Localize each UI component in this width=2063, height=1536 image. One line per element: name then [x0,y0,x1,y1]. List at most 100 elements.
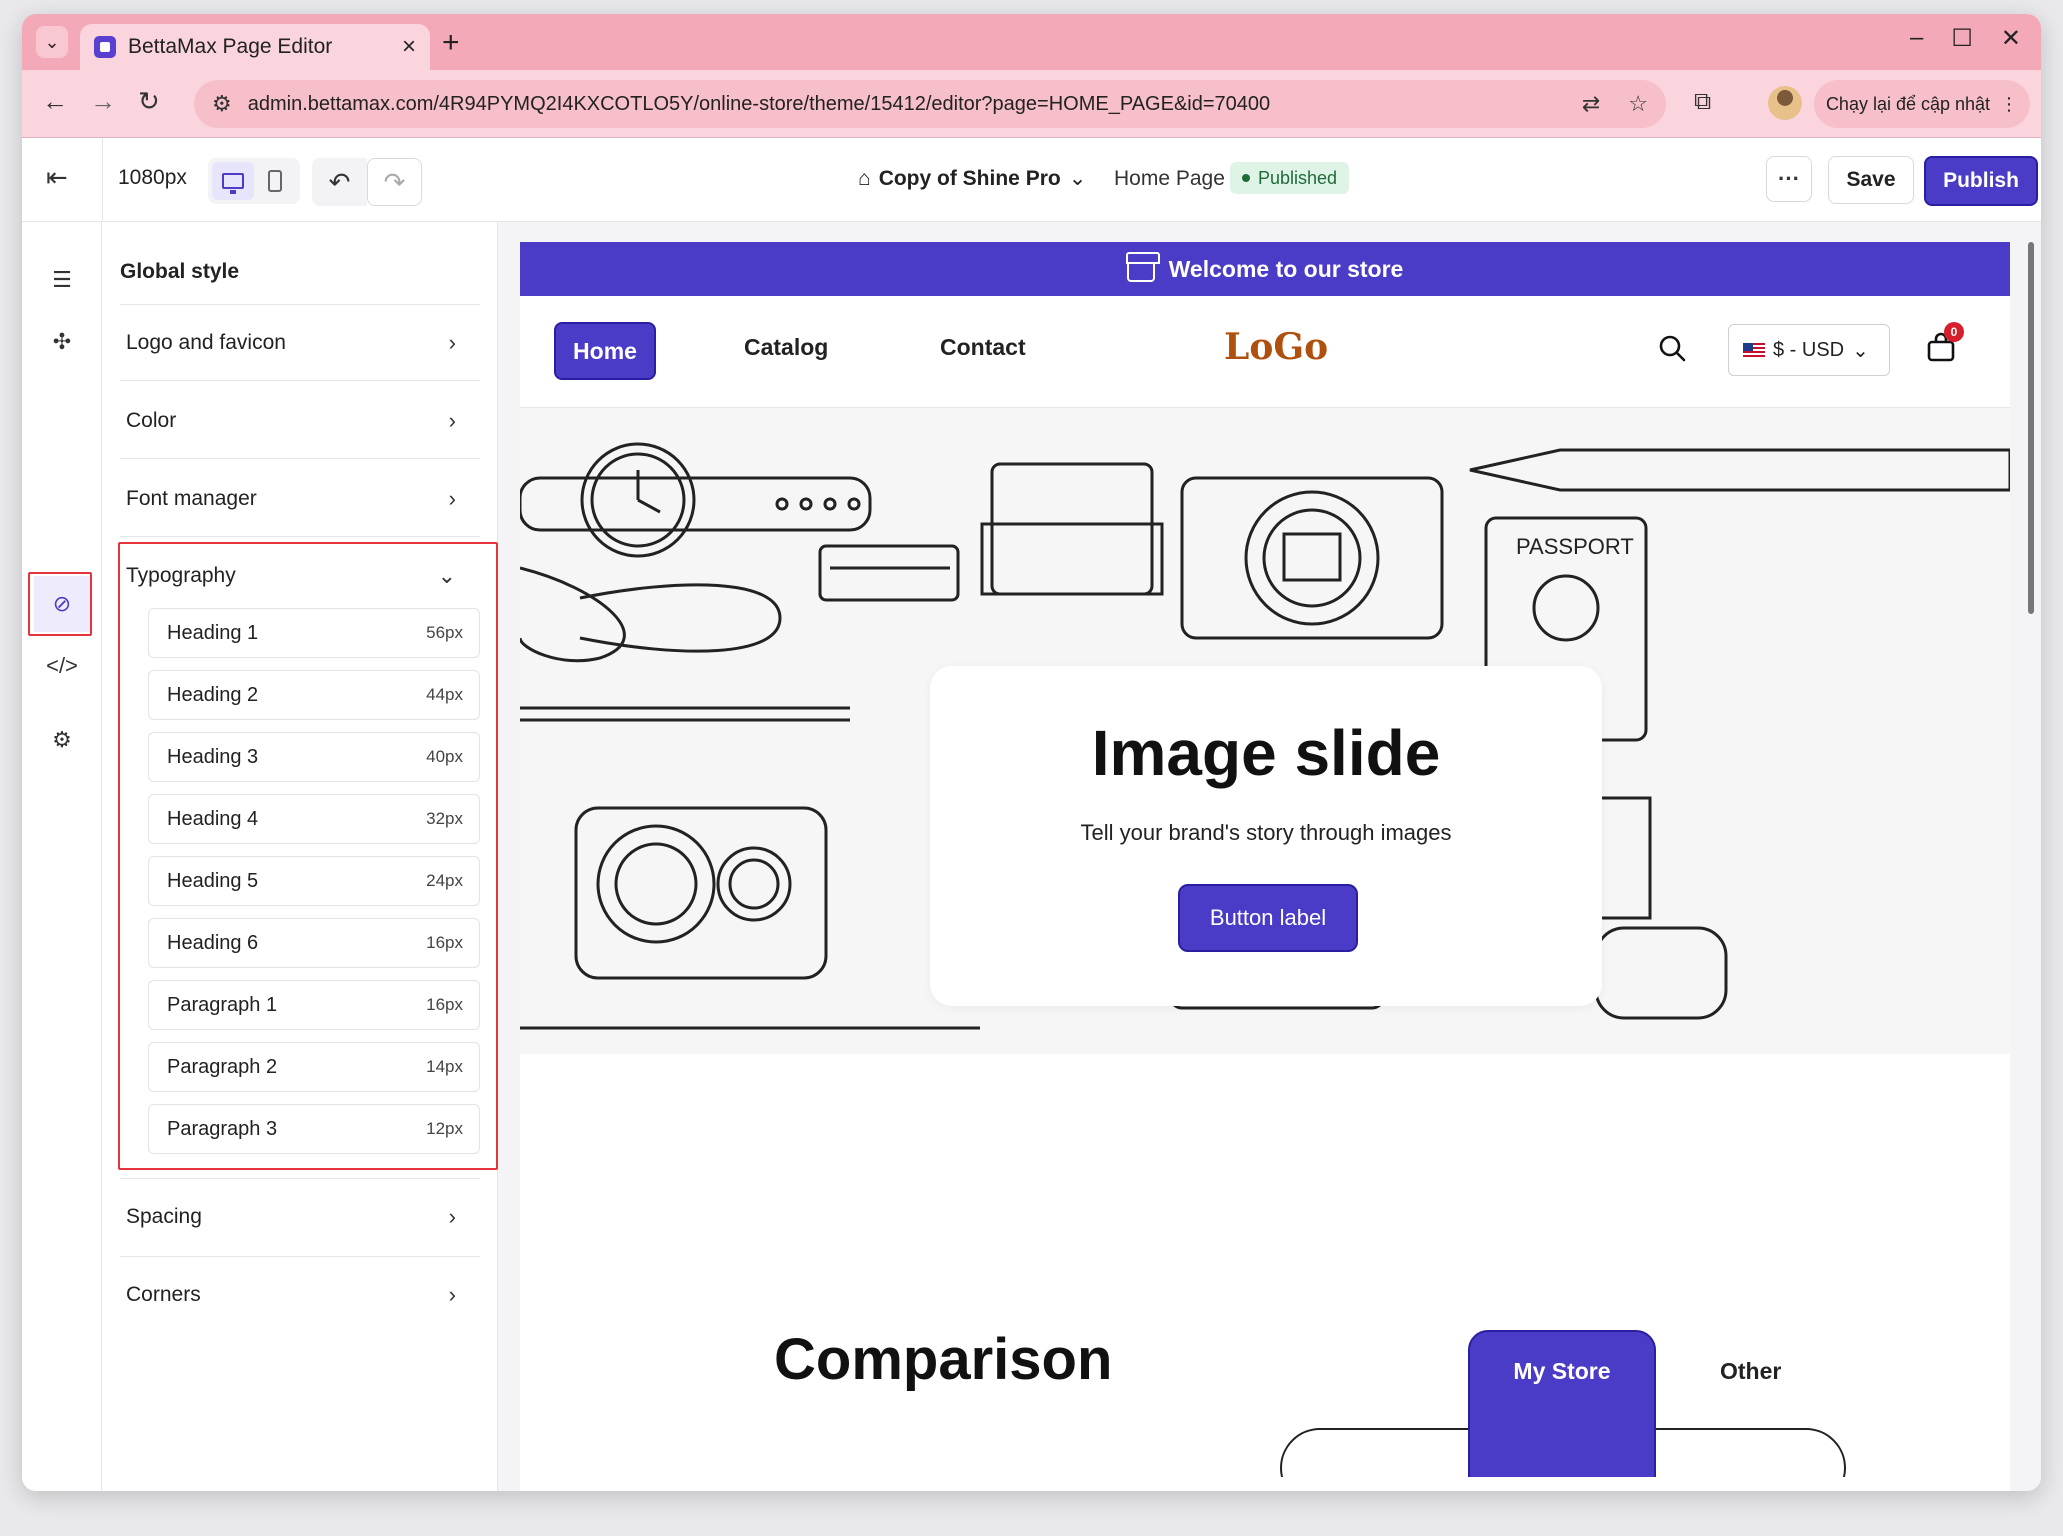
typography-name: Heading 5 [167,869,259,892]
currency-label: $ - USD [1773,338,1845,361]
reload-icon[interactable]: ↻ [138,86,160,117]
save-button[interactable]: Save [1828,156,1914,204]
announcement-bar[interactable]: Welcome to our store [520,242,2010,296]
search-icon[interactable] [1658,334,1686,362]
left-rail: ☰ ✣ ⊘ </> ⚙ [22,222,102,1491]
font-manager-row[interactable]: Font manager › [126,479,456,519]
store-logo[interactable]: LoGo [1224,326,1328,368]
chevron-right-icon: › [448,486,456,511]
settings-gear-icon[interactable]: ⚙ [34,712,90,768]
hero-title: Image slide [1091,717,1441,789]
corners-row[interactable]: Corners › [126,1275,456,1315]
chevron-right-icon: › [448,330,456,355]
maximize-icon[interactable]: ☐ [1951,24,1973,53]
omnibox[interactable]: ⚙ admin.bettamax.com/4R94PYMQ2I4KXCOTLO5… [194,80,1666,128]
typography-size: 44px [426,685,463,704]
close-window-icon[interactable]: ✕ [2001,24,2021,53]
typography-name: Paragraph 1 [167,993,278,1016]
announcement-text: Welcome to our store [1168,255,1404,282]
typography-item[interactable]: Heading 5 24px [148,856,480,906]
kebab-menu-icon: ⋮ [2000,93,2019,114]
editor-canvas: Welcome to our store Home Catalog Contac… [498,222,2041,1491]
hero-button[interactable]: Button label [1178,884,1358,952]
publish-button[interactable]: Publish [1924,156,2038,206]
typography-name: Paragraph 2 [167,1055,278,1078]
passport-text: PASSPORT [1516,534,1634,559]
color-row[interactable]: Color › [126,401,456,441]
back-icon[interactable]: ← [42,86,68,117]
forward-icon[interactable]: → [90,86,116,117]
typography-item[interactable]: Paragraph 1 16px [148,980,480,1030]
hero-slider[interactable]: PASSPORT Image slide Tell your brand's s… [520,408,2010,1054]
logo-favicon-row[interactable]: Logo and favicon › [126,323,456,363]
hero-card: Image slide Tell your brand's story thro… [930,666,1602,1006]
theme-selector[interactable]: ⌂ Copy of Shine Pro ⌄ [858,166,1086,191]
row-label: Corners [126,1283,201,1306]
typography-item[interactable]: Paragraph 3 12px [148,1104,480,1154]
device-toggle [208,158,300,204]
typography-row[interactable]: Typography ⌄ [126,556,456,596]
theme-name: Copy of Shine Pro [878,166,1061,190]
chevron-down-icon: ⌄ [437,563,456,588]
tab-list-chevron-icon[interactable]: ⌄ [36,26,68,58]
store-preview[interactable]: Welcome to our store Home Catalog Contac… [520,242,2010,1491]
nav-home[interactable]: Home [554,322,656,380]
typography-name: Heading 6 [167,931,259,954]
update-label: Chạy lại để cập nhật [1825,93,1991,114]
profile-avatar[interactable] [1768,86,1802,120]
typography-item[interactable]: Heading 1 56px [148,608,480,658]
address-bar: ← → ↻ ⚙ admin.bettamax.com/4R94PYMQ2I4KX… [22,70,2041,138]
store-icon [1125,252,1160,282]
status-dot-icon [1242,174,1250,182]
code-icon[interactable]: </> [34,638,90,694]
typography-name: Heading 1 [167,621,259,644]
typography-item[interactable]: Paragraph 2 14px [148,1042,480,1092]
chevron-down-icon: ⌄ [1068,167,1087,190]
chevron-right-icon: › [448,1204,456,1229]
row-label: Color [126,409,177,432]
nav-contact[interactable]: Contact [940,334,1026,361]
site-settings-icon[interactable]: ⚙ [212,91,232,117]
typography-item[interactable]: Heading 2 44px [148,670,480,720]
sections-icon[interactable]: ☰ [34,252,90,308]
desktop-view-button[interactable] [212,162,254,200]
canvas-scrollbar[interactable] [2028,242,2034,614]
update-button[interactable]: Chạy lại để cập nhật ⋮ [1814,80,2030,128]
translate-icon[interactable]: ⇄ [1582,91,1600,117]
redo-icon[interactable]: ↷ [367,158,422,206]
chevron-down-icon: ⌄ [1852,339,1869,362]
typography-size: 56px [426,623,463,642]
cart-count-badge: 0 [1944,322,1964,342]
browser-tab[interactable]: BettaMax Page Editor × [80,24,430,70]
more-options-button[interactable]: ··· [1766,156,1812,202]
bookmark-star-icon[interactable]: ☆ [1628,91,1648,117]
exit-editor-icon[interactable]: ⇤ [46,162,68,193]
mobile-view-button[interactable] [254,162,296,200]
page-name[interactable]: Home Page [1114,167,1225,191]
apps-puzzle-icon[interactable]: ✣ [34,314,90,370]
undo-icon[interactable]: ↶ [312,158,367,206]
url-text[interactable]: admin.bettamax.com/4R94PYMQ2I4KXCOTLO5Y/… [248,93,1582,116]
divider [120,380,480,381]
minimize-icon[interactable]: – [1910,24,1923,53]
extensions-icon[interactable]: ⧉ [1694,88,1711,116]
chevron-right-icon: › [448,1282,456,1307]
viewport-width: 1080px [118,166,187,189]
new-tab-icon[interactable]: + [442,26,460,60]
currency-selector[interactable]: $ - USD ⌄ [1728,324,1890,376]
status-label: Published [1258,167,1338,188]
highlight-box [28,572,92,636]
nav-catalog[interactable]: Catalog [744,334,828,361]
hero-subtitle: Tell your brand's story through images [1080,820,1452,845]
status-badge: Published [1230,162,1350,194]
typography-item[interactable]: Heading 6 16px [148,918,480,968]
divider [120,458,480,459]
typography-item[interactable]: Heading 3 40px [148,732,480,782]
spacing-row[interactable]: Spacing › [126,1197,456,1237]
typography-item[interactable]: Heading 4 32px [148,794,480,844]
typography-name: Paragraph 3 [167,1117,278,1140]
close-tab-icon[interactable]: × [402,33,416,61]
typography-size: 32px [426,809,463,828]
divider [120,536,480,537]
home-icon: ⌂ [858,166,871,190]
